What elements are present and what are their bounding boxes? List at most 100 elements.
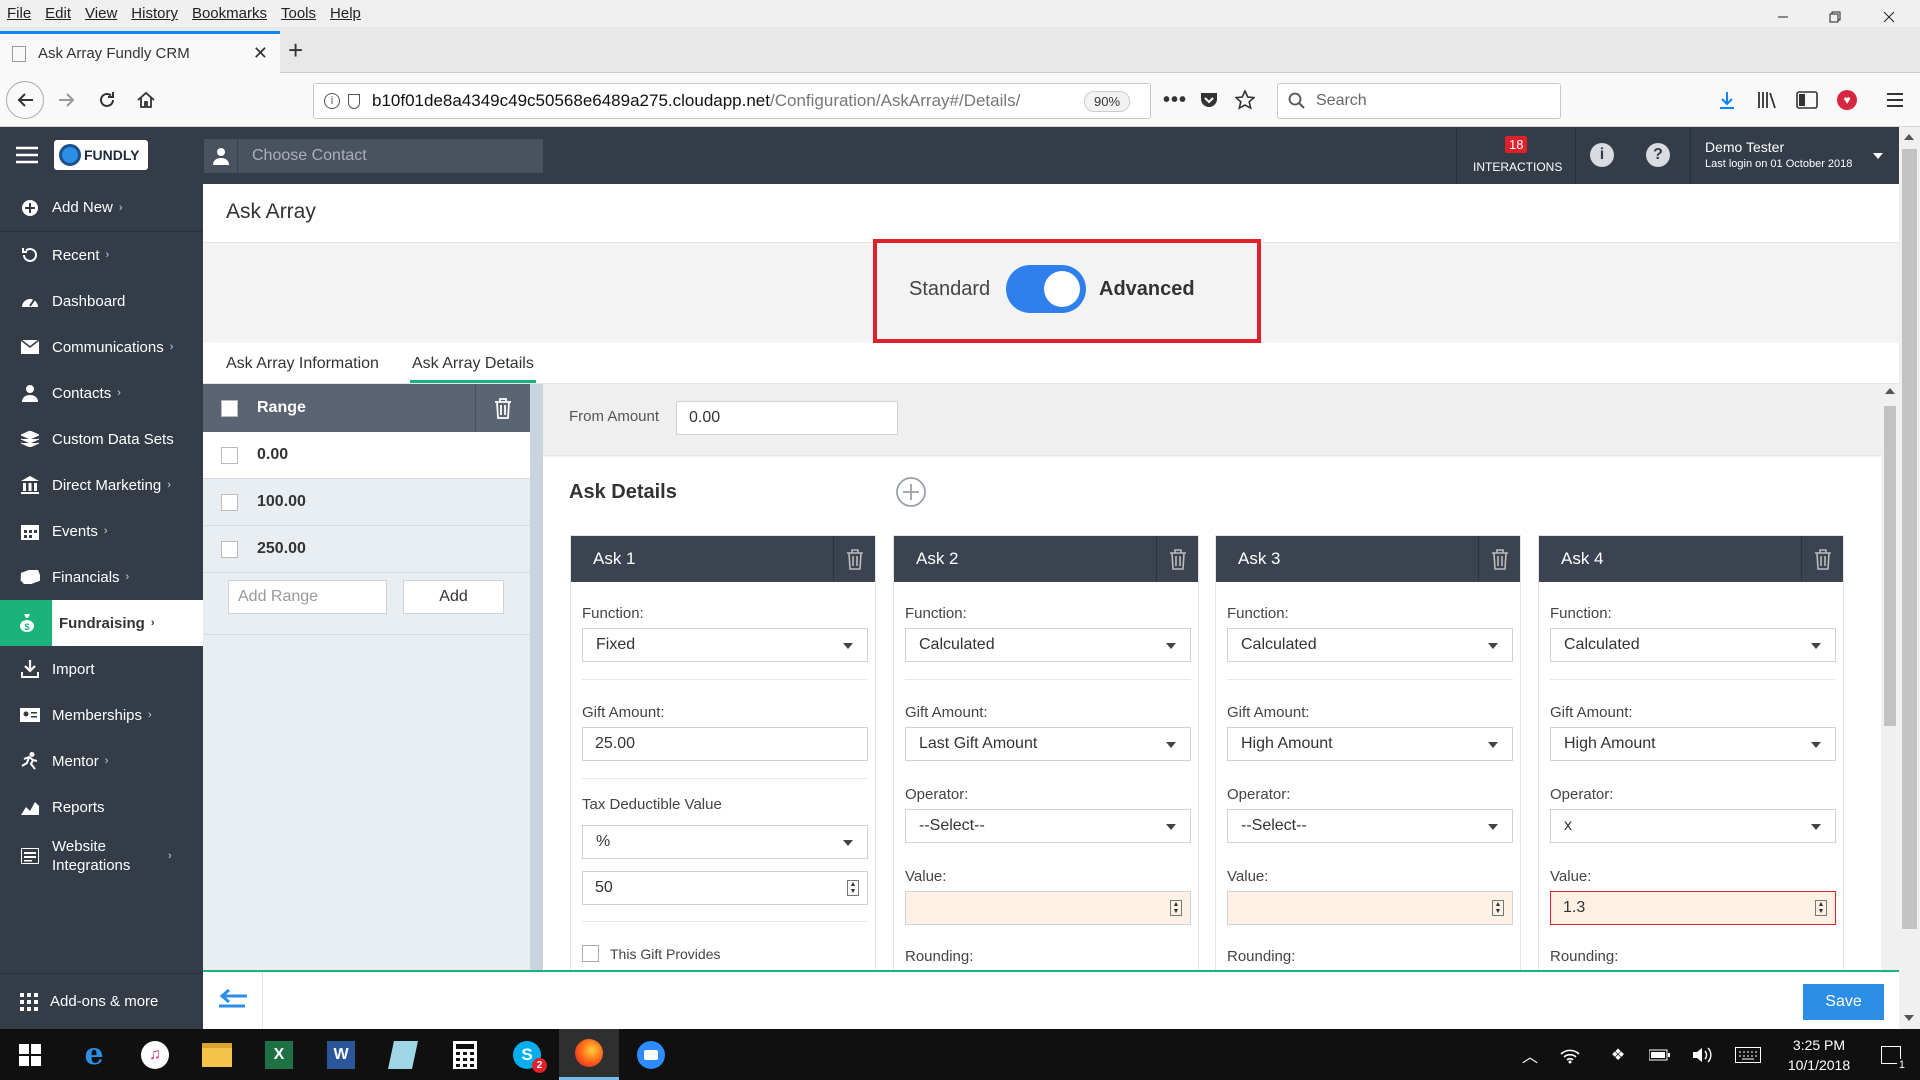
hamburger-menu-icon[interactable] [1882, 87, 1908, 113]
gift-amount-select[interactable]: High Amount [1550, 727, 1836, 761]
page-actions-icon[interactable]: ••• [1162, 87, 1188, 113]
pocket-icon[interactable] [1196, 87, 1222, 113]
save-button[interactable]: Save [1803, 984, 1884, 1020]
sidebar-item-direct-marketing[interactable]: Direct Marketing › [0, 462, 203, 508]
itunes-icon[interactable]: ♫ [125, 1029, 185, 1080]
toggle-standard-label[interactable]: Standard [909, 278, 990, 301]
tracking-shield-icon[interactable] [348, 93, 360, 109]
scroll-thumb[interactable] [1884, 406, 1896, 726]
bookmark-star-icon[interactable] [1232, 87, 1258, 113]
file-explorer-icon[interactable] [187, 1029, 247, 1080]
delete-ask-button[interactable] [1478, 536, 1520, 582]
value-input[interactable]: 1.3 ▲ ▼ [1550, 891, 1836, 925]
range-row[interactable]: 250.00 [203, 526, 530, 573]
add-range-button[interactable]: Add [403, 580, 504, 614]
fundly-logo[interactable]: FUNDLY [54, 140, 148, 170]
sidebar-item-events[interactable]: Events › [0, 508, 203, 554]
range-row[interactable]: 100.00 [203, 479, 530, 526]
menu-bookmarks[interactable]: Bookmarks [185, 5, 274, 22]
add-range-input[interactable]: Add Range [228, 580, 387, 614]
spinner-icon[interactable]: ▲ ▼ [847, 880, 859, 896]
sidebar-item-memberships[interactable]: Memberships › [0, 692, 203, 738]
menu-edit[interactable]: Edit [38, 5, 78, 22]
gift-provides-checkbox[interactable] [582, 945, 599, 962]
sidebar-item-reports[interactable]: Reports [0, 784, 203, 830]
page-scroll-up-icon[interactable] [1904, 134, 1914, 140]
notifications-icon[interactable]: 1 [1868, 1029, 1914, 1080]
zoom-meetings-icon[interactable] [621, 1029, 681, 1080]
menu-history[interactable]: History [124, 5, 185, 22]
windows-start-icon[interactable] [0, 1029, 60, 1080]
tab-ask-array-information[interactable]: Ask Array Information [226, 347, 379, 383]
gift-amount-select[interactable]: High Amount [1227, 727, 1513, 761]
back-list-button[interactable] [203, 972, 263, 1029]
panel-splitter[interactable] [530, 384, 543, 974]
word-icon[interactable]: W [311, 1029, 371, 1080]
range-delete-button[interactable] [475, 384, 530, 432]
select-all-checkbox[interactable] [221, 400, 238, 417]
value-input[interactable]: ▲ ▼ [905, 891, 1191, 925]
notes-app-icon[interactable] [373, 1029, 433, 1080]
tax-value-input[interactable]: 50 ▲ ▼ [582, 871, 868, 905]
operator-select[interactable]: --Select-- [905, 809, 1191, 843]
search-bar[interactable]: Search [1277, 83, 1561, 119]
sidebar-addons[interactable]: Add-ons & more [0, 973, 203, 1029]
menu-toggle-icon[interactable] [16, 146, 38, 164]
function-select[interactable]: Calculated [1227, 628, 1513, 662]
zoom-level[interactable]: 90% [1084, 91, 1131, 112]
wifi-icon[interactable] [1550, 1029, 1590, 1080]
volume-icon[interactable] [1682, 1029, 1722, 1080]
menu-tools[interactable]: Tools [274, 5, 323, 22]
range-checkbox[interactable] [221, 541, 238, 558]
range-row[interactable]: 0.00 [203, 432, 530, 479]
delete-ask-button[interactable] [1156, 536, 1198, 582]
range-checkbox[interactable] [221, 494, 238, 511]
home-icon[interactable] [133, 87, 159, 113]
show-hidden-icons-icon[interactable]: ︿ [1510, 1029, 1550, 1080]
edge-browser-icon[interactable]: e [64, 1029, 124, 1080]
sidebar-item-website-integrations[interactable]: Website Integrations › [0, 830, 203, 882]
gift-amount-input[interactable]: 25.00 [582, 727, 868, 761]
browser-tab[interactable]: Ask Array Fundly CRM ✕ [0, 31, 280, 73]
reload-icon[interactable] [94, 87, 120, 113]
sidebar-item-fundraising[interactable]: $ Fundraising › [0, 600, 203, 646]
sidebar-item-communications[interactable]: Communications › [0, 324, 203, 370]
calculator-icon[interactable] [435, 1029, 495, 1080]
sidebar-item-add-new[interactable]: Add New › [0, 184, 203, 232]
new-tab-icon[interactable]: + [288, 35, 303, 66]
back-button[interactable] [6, 81, 44, 119]
page-scroll-down-icon[interactable] [1904, 1015, 1914, 1021]
help-circle-icon[interactable]: ? [1646, 143, 1670, 167]
operator-select[interactable]: --Select-- [1227, 809, 1513, 843]
firefox-icon[interactable] [559, 1029, 619, 1080]
spinner-icon[interactable]: ▲ ▼ [1170, 900, 1182, 916]
value-input[interactable]: ▲ ▼ [1227, 891, 1513, 925]
clock[interactable]: 3:25 PM 10/1/2018 [1776, 1035, 1862, 1075]
details-scrollbar[interactable] [1881, 384, 1899, 974]
tax-type-select[interactable]: % [582, 825, 868, 859]
extension-heart-icon[interactable]: ♥ [1834, 87, 1860, 113]
function-select[interactable]: Calculated [905, 628, 1191, 662]
operator-select[interactable]: x [1550, 809, 1836, 843]
scroll-up-icon[interactable] [1885, 388, 1895, 394]
sidebar-item-mentor[interactable]: Mentor › [0, 738, 203, 784]
battery-icon[interactable] [1640, 1029, 1680, 1080]
mode-toggle-switch[interactable] [1006, 265, 1086, 313]
sidebar-item-contacts[interactable]: Contacts › [0, 370, 203, 416]
spinner-icon[interactable]: ▲ ▼ [1815, 900, 1827, 916]
spinner-icon[interactable]: ▲ ▼ [1492, 900, 1504, 916]
excel-icon[interactable]: X [249, 1029, 309, 1080]
choose-contact-field[interactable]: Choose Contact [204, 139, 543, 173]
library-icon[interactable] [1754, 87, 1780, 113]
user-menu[interactable]: Demo Tester Last login on 01 October 201… [1690, 127, 1900, 184]
interactions-button[interactable]: 18 INTERACTIONS [1456, 127, 1576, 184]
sidebar-item-import[interactable]: Import [0, 646, 203, 692]
info-icon[interactable]: i [324, 93, 340, 109]
function-select[interactable]: Calculated [1550, 628, 1836, 662]
from-amount-input[interactable]: 0.00 [676, 401, 898, 435]
tab-ask-array-details[interactable]: Ask Array Details [410, 347, 536, 383]
menu-view[interactable]: View [78, 5, 124, 22]
dropbox-icon[interactable]: ❖ [1598, 1029, 1638, 1080]
toggle-advanced-label[interactable]: Advanced [1099, 278, 1195, 301]
forward-arrow-icon[interactable] [54, 87, 80, 113]
